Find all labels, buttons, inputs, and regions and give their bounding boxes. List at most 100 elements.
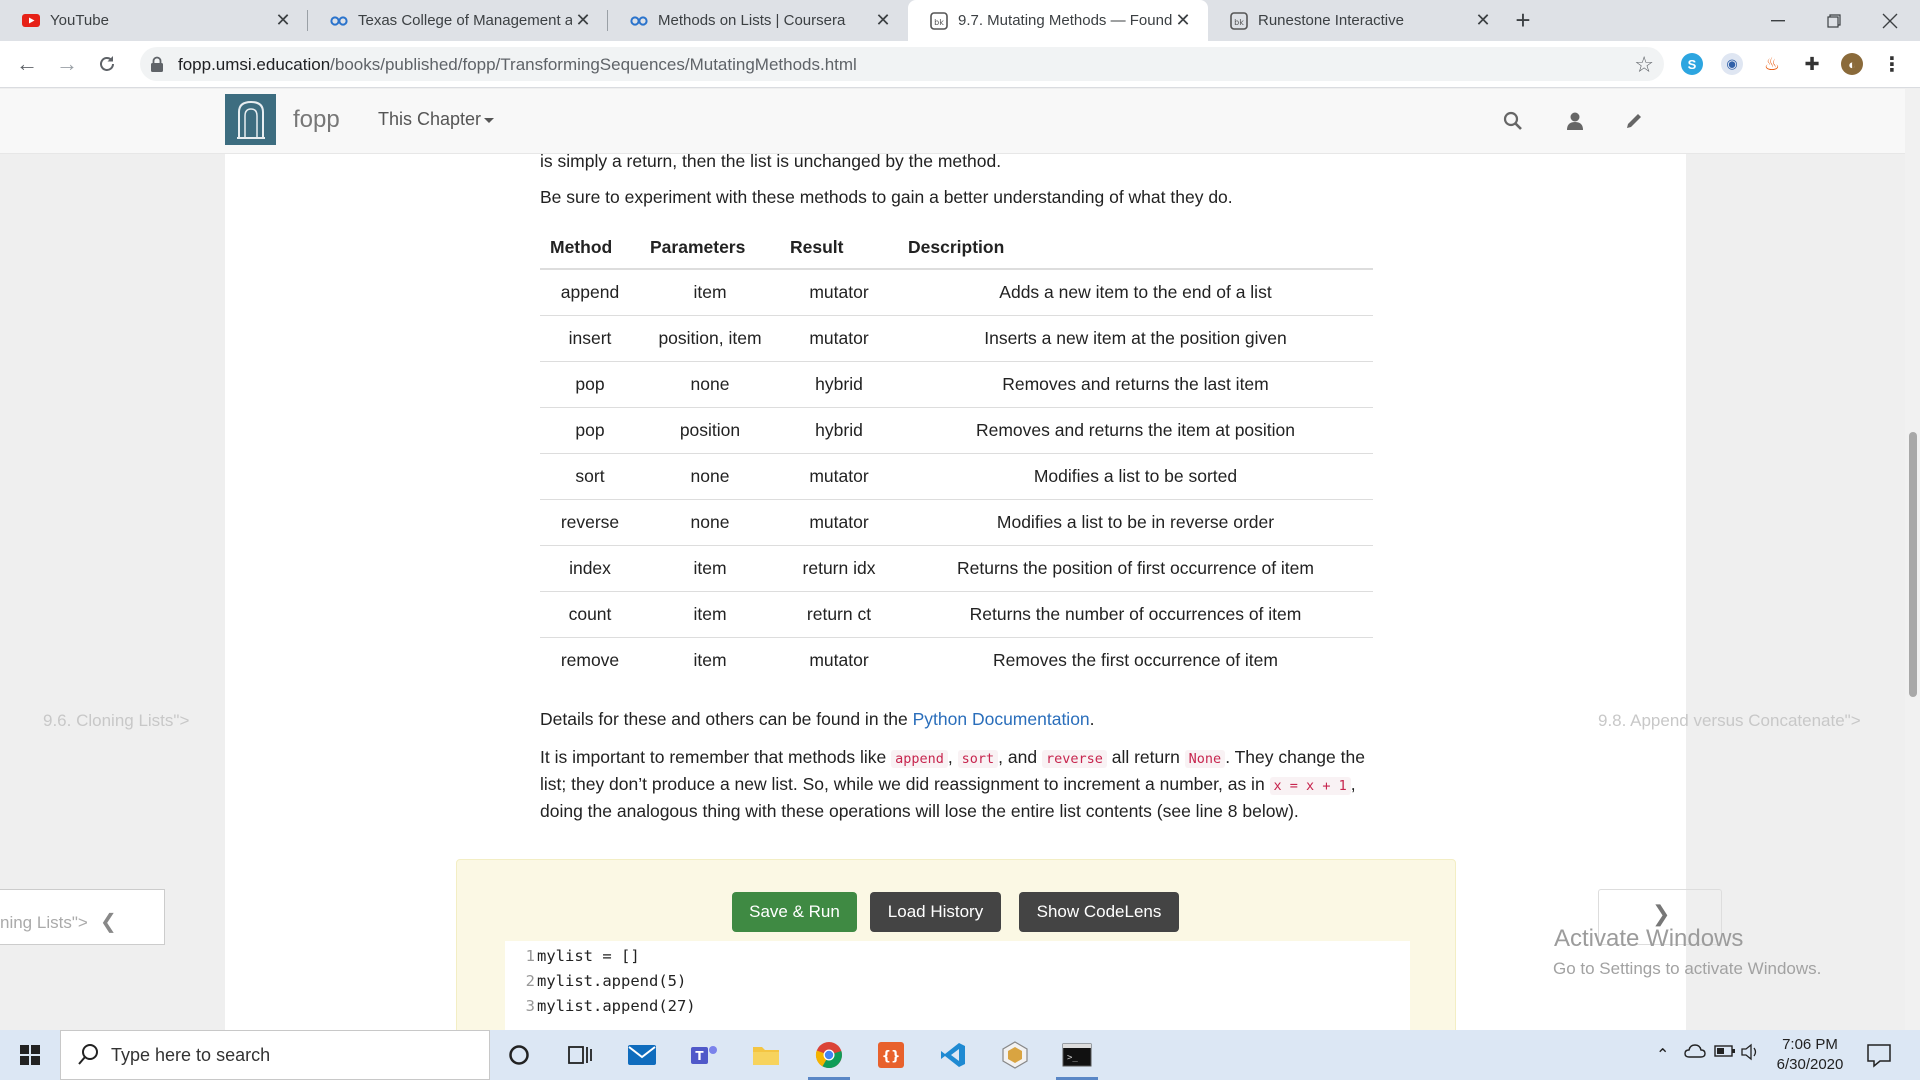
next-section-link[interactable]: 9.8. Append versus Concatenate"> <box>1598 711 1861 731</box>
cell-description: Modifies a list to be in reverse order <box>898 498 1373 545</box>
tab-label: Texas College of Management an <box>358 12 572 29</box>
cell-parameters: none <box>640 360 780 407</box>
previous-page-label: ning Lists"> <box>0 913 88 932</box>
runestone-logo[interactable] <box>225 94 276 145</box>
bookmark-star-icon[interactable]: ☆ <box>1634 52 1654 78</box>
mail-icon[interactable] <box>617 1035 667 1075</box>
tab-methods-on-lists[interactable]: Methods on Lists | Coursera ✕ <box>608 0 908 41</box>
notification-center-icon[interactable] <box>1866 1042 1892 1068</box>
extension-skype-icon[interactable]: S <box>1681 53 1703 75</box>
close-tab-icon[interactable]: ✕ <box>272 10 294 32</box>
task-view-icon[interactable] <box>555 1035 605 1075</box>
close-window-icon[interactable] <box>1862 0 1918 41</box>
windows-start-icon[interactable] <box>0 1030 60 1080</box>
methods-table: Method Parameters Result Description app… <box>540 226 1373 683</box>
forward-icon[interactable]: → <box>52 49 82 79</box>
cell-result: mutator <box>780 268 898 315</box>
minimize-icon[interactable] <box>1750 0 1806 41</box>
close-tab-icon[interactable]: ✕ <box>872 10 894 32</box>
lock-icon <box>150 56 166 72</box>
svg-text:bk: bk <box>1234 18 1244 27</box>
code-line: 1 mylist = [] <box>525 947 640 965</box>
table-row: remove item mutator Removes the first occur… <box>540 636 1373 683</box>
tab-label: Methods on Lists | Coursera <box>658 12 846 29</box>
cell-parameters: item <box>640 590 780 637</box>
activate-windows-title: Activate Windows <box>1554 925 1744 952</box>
coursera-icon <box>630 12 648 30</box>
cell-method: reverse <box>540 498 640 545</box>
extension-fire-icon[interactable]: ♨ <box>1761 53 1783 75</box>
inline-code: reverse <box>1041 750 1107 768</box>
app-hexagon-icon[interactable] <box>990 1035 1040 1075</box>
column-header: Method <box>540 226 640 270</box>
windows-taskbar: Type here to search T {} >_ ⌃ 7:06 PM 6/… <box>0 1030 1920 1080</box>
browser-tab-strip: YouTube ✕ Texas College of Management an… <box>0 0 1920 41</box>
cell-method: append <box>540 268 640 315</box>
back-icon[interactable]: ← <box>12 49 42 79</box>
close-tab-icon[interactable]: ✕ <box>572 10 594 32</box>
site-brand[interactable]: fopp <box>293 106 340 134</box>
code-blocks-icon[interactable]: {} <box>866 1035 916 1075</box>
extensions-puzzle-icon[interactable]: ✚ <box>1801 53 1823 75</box>
inline-code: append <box>891 750 948 768</box>
cell-result: return idx <box>780 544 898 591</box>
cell-description: Adds a new item to the end of a list <box>898 268 1373 315</box>
user-icon[interactable] <box>1563 109 1587 133</box>
table-row: pop position hybrid Removes and returns the… <box>540 406 1373 453</box>
file-explorer-icon[interactable] <box>741 1035 791 1075</box>
load-history-button[interactable]: Load History <box>870 892 1001 932</box>
inline-code: x = x + 1 <box>1269 777 1351 795</box>
teams-icon[interactable]: T <box>679 1035 729 1075</box>
table-row: pop none hybrid Removes and returns the las… <box>540 360 1373 407</box>
tab-texas-college[interactable]: Texas College of Management an ✕ <box>308 0 608 41</box>
reload-icon[interactable] <box>92 49 122 79</box>
address-bar[interactable]: fopp.umsi.education/books/published/fopp… <box>140 47 1664 81</box>
chrome-menu-icon[interactable]: ⋮ <box>1881 53 1903 76</box>
volume-icon[interactable] <box>1740 1043 1760 1066</box>
cell-method: pop <box>540 360 640 407</box>
taskbar-clock[interactable]: 7:06 PM 6/30/2020 <box>1765 1035 1855 1075</box>
details-paragraph: Details for these and others can be foun… <box>540 709 1095 729</box>
chrome-icon[interactable] <box>804 1035 854 1080</box>
pencil-icon[interactable] <box>1622 109 1646 133</box>
cell-parameters: position <box>640 406 780 453</box>
vscode-icon[interactable] <box>928 1035 978 1075</box>
cell-result: hybrid <box>780 360 898 407</box>
cell-parameters: none <box>640 452 780 499</box>
cell-method: insert <box>540 314 640 361</box>
onedrive-icon[interactable] <box>1684 1043 1706 1064</box>
show-codelens-button[interactable]: Show CodeLens <box>1019 892 1179 932</box>
column-header: Description <box>898 226 1373 270</box>
tab-mutating-methods[interactable]: bk 9.7. Mutating Methods — Found ✕ <box>908 0 1208 41</box>
chevron-up-icon[interactable]: ⌃ <box>1656 1045 1669 1065</box>
close-tab-icon[interactable]: ✕ <box>1172 10 1194 32</box>
new-tab-button[interactable]: + <box>1510 7 1536 34</box>
close-tab-icon[interactable]: ✕ <box>1472 10 1494 32</box>
cell-description: Removes and returns the item at position <box>898 406 1373 453</box>
extension-mask-icon[interactable]: ◉ <box>1721 53 1743 75</box>
svg-text:{}: {} <box>882 1049 901 1064</box>
code-editor[interactable]: 1 mylist = [] 2 mylist.append(5) 3 mylist.a… <box>505 941 1410 1030</box>
scrollbar-thumb[interactable] <box>1909 432 1917 697</box>
page-viewport: fopp This Chapter is simply a return, th… <box>0 89 1920 1030</box>
youtube-icon <box>22 12 40 30</box>
profile-avatar[interactable]: ◐ <box>1841 53 1863 75</box>
tab-runestone[interactable]: bk Runestone Interactive ✕ <box>1208 0 1508 41</box>
terminal-icon[interactable]: >_ <box>1052 1035 1102 1080</box>
search-icon[interactable] <box>1501 109 1525 133</box>
python-documentation-link[interactable]: Python Documentation <box>913 709 1090 729</box>
save-run-button[interactable]: Save & Run <box>732 892 857 932</box>
this-chapter-menu[interactable]: This Chapter <box>378 109 495 130</box>
cortana-icon[interactable] <box>494 1035 544 1075</box>
cell-result: hybrid <box>780 406 898 453</box>
tab-youtube[interactable]: YouTube ✕ <box>0 0 308 41</box>
table-row: count item return ct Returns the number of … <box>540 590 1373 637</box>
taskbar-search-box[interactable]: Type here to search <box>60 1030 490 1080</box>
restore-icon[interactable] <box>1806 0 1862 41</box>
battery-icon[interactable] <box>1714 1044 1736 1063</box>
previous-section-link[interactable]: 9.6. Cloning Lists"> <box>43 711 189 731</box>
svg-text:>_: >_ <box>1067 1053 1078 1063</box>
vertical-scrollbar[interactable] <box>1905 89 1920 1030</box>
svg-text:T: T <box>695 1049 704 1063</box>
search-placeholder: Type here to search <box>111 1045 271 1065</box>
